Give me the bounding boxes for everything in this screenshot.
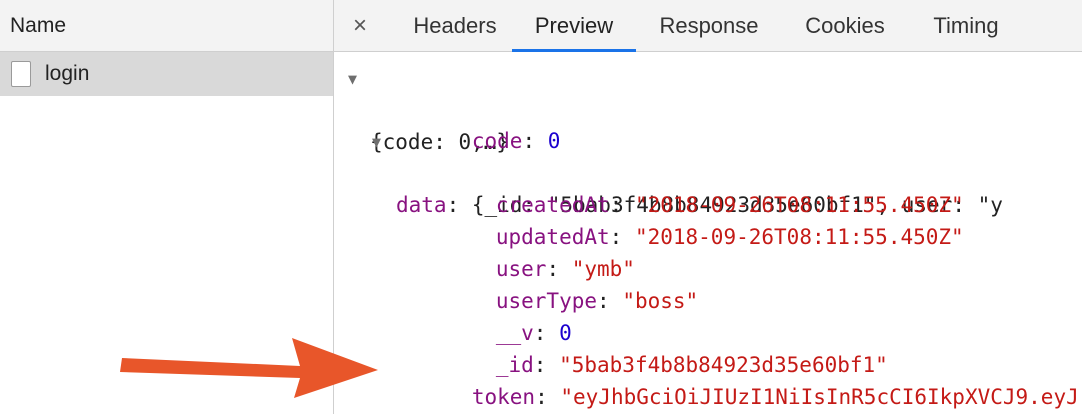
code-value: 0 — [547, 129, 561, 153]
expand-triangle-icon[interactable]: ▼ — [372, 126, 381, 158]
tab-cookies[interactable]: Cookies — [790, 0, 900, 52]
tab-preview[interactable]: Preview — [512, 0, 636, 52]
tree-field-line: _id: "5bab3f4b8b84923d35e60bf1" — [495, 353, 888, 377]
token-value: "eyJhbGciOiJIUzI1NiIsInR5cCI6IkpXVCJ9.ey… — [560, 385, 1079, 409]
request-name: login — [45, 62, 90, 85]
name-column-header[interactable]: Name — [0, 0, 333, 52]
token-key: token — [471, 385, 536, 409]
tree-field-line: updatedAt: "2018-09-26T08:11:55.450Z" — [495, 225, 964, 249]
tree-field-line: userType: "boss" — [495, 289, 699, 313]
tree-data-line[interactable]: ▼ data: {_id: "5bab3f4b8b84923d35e60bf1"… — [372, 125, 1003, 217]
tree-field-line: __v: 0 — [495, 321, 572, 345]
tab-headers[interactable]: Headers — [388, 0, 522, 52]
field-value: "boss" — [622, 289, 699, 313]
tree-field-line: createdAt: "2018-09-26T08:11:55.450Z" — [495, 193, 964, 217]
expand-triangle-icon[interactable]: ▼ — [348, 63, 357, 95]
document-icon — [11, 61, 31, 87]
code-key: code — [471, 129, 523, 153]
request-row-login[interactable]: login — [0, 52, 333, 96]
close-icon[interactable]: × — [348, 11, 372, 41]
tree-root-line[interactable]: ▼ {code: 0,…} — [348, 62, 509, 154]
request-list-panel: Name login — [0, 0, 334, 414]
details-tabbar: × Headers Preview Response Cookies Timin… — [334, 0, 1082, 52]
tab-timing[interactable]: Timing — [916, 0, 1016, 52]
tree-field-line: user: "ymb" — [495, 257, 635, 281]
tree-code-line: code: 0 — [471, 129, 561, 153]
details-panel: × Headers Preview Response Cookies Timin… — [334, 0, 1082, 414]
field-value: "2018-09-26T08:11:55.450Z" — [634, 225, 964, 249]
tree-token-line: token: "eyJhbGciOiJIUzI1NiIsInR5cCI6IkpX… — [471, 385, 1079, 409]
json-preview-tree: ▼ {code: 0,…} code: 0 ▼ data: {_id: "5ba… — [334, 52, 1082, 414]
tab-response[interactable]: Response — [641, 0, 777, 52]
name-column-label: Name — [10, 13, 67, 37]
